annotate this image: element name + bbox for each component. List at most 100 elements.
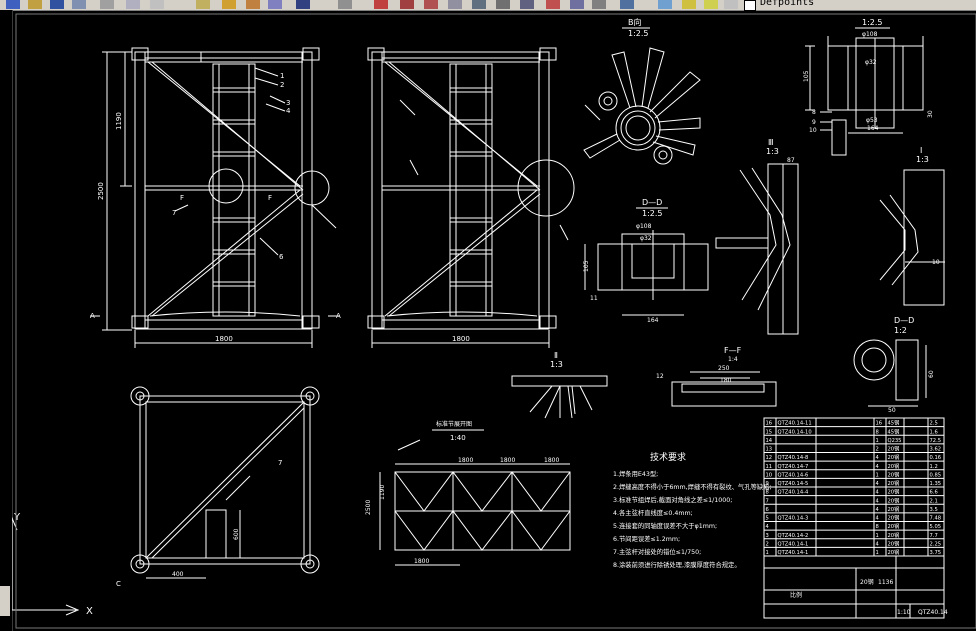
bom-cell: 45钢 <box>888 427 900 435</box>
plot-preview-icon[interactable] <box>100 0 114 9</box>
properties-icon[interactable] <box>546 0 560 9</box>
zoom-previous-icon[interactable] <box>400 0 414 9</box>
bom-cell: 13 <box>766 447 773 453</box>
paste-icon[interactable] <box>196 0 210 9</box>
callout-8: 8 <box>812 109 816 116</box>
dim-phi108-d: φ108 <box>636 223 652 230</box>
dim-truss-1800c: 1800 <box>544 457 559 464</box>
bom-cell: 20钢 <box>888 479 900 487</box>
layer-state-icon[interactable] <box>658 0 672 9</box>
title-mass: 1136 <box>878 579 893 586</box>
zoom-window-icon[interactable] <box>374 0 388 9</box>
layer-dropdown[interactable]: Defpoints <box>760 0 814 8</box>
print-icon[interactable] <box>72 0 86 9</box>
dim-250: 250 <box>718 365 730 372</box>
note-line: 5.连接套的同轴度误差不大于φ1mm; <box>613 521 717 530</box>
bom-cell: 20钢 <box>888 539 900 547</box>
bom-cell: 20钢 <box>888 548 900 556</box>
layer-freeze-icon[interactable] <box>704 0 718 9</box>
bom-cell: QTZ40.14-5 <box>778 481 809 487</box>
title-block: 20钢 1136 比例 1:10 QTZ40.14 <box>763 555 948 619</box>
text-style-icon[interactable] <box>472 0 486 9</box>
zoom-out-icon[interactable] <box>448 0 462 9</box>
technical-notes: 技术要求 1.焊条用E43型; 2.焊缝高度不得小于6mm,焊缝不得有裂纹、气孔… <box>613 451 772 569</box>
callout-10: 10 <box>809 127 817 134</box>
bom-cell: 20钢 <box>888 462 900 470</box>
zoom-in-icon[interactable] <box>424 0 438 9</box>
bom-cell: 4 <box>876 516 880 522</box>
table-icon[interactable] <box>520 0 534 9</box>
match-properties-icon[interactable] <box>222 0 236 9</box>
label-iii-scale: 1:3 <box>766 147 779 156</box>
dim-164-top: 164 <box>867 125 879 132</box>
note-line: 3.标准节组焊后,截面对角线之差≤1/1000; <box>613 495 732 504</box>
note-line: 7.主弦杆对接处的错位≤1/750; <box>613 547 701 556</box>
layer-manager-icon[interactable] <box>620 0 634 9</box>
design-center-icon[interactable] <box>570 0 584 9</box>
front-elevation-left: 1800 2500 1190 1 2 3 4 6 7 A A F F <box>90 47 341 348</box>
bom-cell: QTZ40.14-3 <box>778 516 809 522</box>
open-icon[interactable] <box>28 0 42 9</box>
label-truss-scale: 1:40 <box>450 434 466 442</box>
bom-cell: 6.6 <box>930 490 938 496</box>
dim-105-d: 105 <box>583 260 590 272</box>
detail-sleeve-section: 1:2.5 φ108 φ32 φ53 164 105 30 8 9 10 <box>803 18 934 156</box>
front-elevation-right: 1800 <box>367 47 575 348</box>
detail-dd-small: D—D 1:2 50 60 <box>853 316 935 414</box>
cut-icon[interactable] <box>126 0 140 9</box>
bom-cell: 20钢 <box>888 496 900 504</box>
dim-phi108-top: φ108 <box>862 31 878 38</box>
label-d: D—D <box>642 198 662 207</box>
tool-palette-icon[interactable] <box>592 0 606 9</box>
truss-development: 标准节展开图 1:40 1800 1800 1800 1800 2500 119… <box>365 420 571 566</box>
bom-cell: 20钢 <box>888 453 900 461</box>
note-line: 6.节间距误差≤1.2mm; <box>613 534 680 543</box>
callout-9: 9 <box>812 119 816 126</box>
dim-truss-2500: 2500 <box>365 500 372 515</box>
callout-3: 3 <box>286 99 290 107</box>
bom-cell: 45钢 <box>888 419 900 427</box>
callout-1: 1 <box>280 72 284 80</box>
bom-cell: 1 <box>766 550 769 556</box>
bom-cell: 1 <box>876 438 879 444</box>
dim-1800-right: 1800 <box>452 335 470 343</box>
save-icon[interactable] <box>50 0 64 9</box>
callout-6: 6 <box>279 253 284 261</box>
pan-icon[interactable] <box>296 0 310 9</box>
bom-cell: 16 <box>766 421 773 427</box>
label-ff: F—F <box>724 346 742 355</box>
undo-icon[interactable] <box>246 0 260 9</box>
redo-icon[interactable] <box>268 0 282 9</box>
dim-1190-left: 1190 <box>115 112 123 130</box>
detail-ii: Ⅱ 1:3 <box>511 351 608 419</box>
callout-7: 7 <box>172 209 176 217</box>
drawing-frame <box>15 13 976 629</box>
bom-cell: 72.5 <box>930 438 942 444</box>
bom-cell: 3.5 <box>930 507 938 513</box>
note-line: 2.焊缝高度不得小于6mm,焊缝不得有裂纹、气孔等缺陷; <box>613 482 772 491</box>
title-scale-value: 1:10 <box>897 609 911 616</box>
detail-ff-section: F—F 1:4 250 180 12 <box>656 346 777 407</box>
bom-cell: 3.75 <box>930 550 942 556</box>
drawing-canvas[interactable]: 1800 2500 1190 1 2 3 4 6 7 A A F F 1800 … <box>12 10 976 631</box>
label-d-scale: 1:2.5 <box>642 209 663 218</box>
copy-icon[interactable] <box>150 0 164 9</box>
bom-cell: 14 <box>766 438 773 444</box>
dim-105-top: 105 <box>803 70 810 82</box>
layer-lock-icon[interactable] <box>724 0 738 9</box>
zoom-realtime-icon[interactable] <box>338 0 352 9</box>
vertical-scrollbar[interactable] <box>0 586 10 616</box>
bom-cell: 7 <box>766 498 769 504</box>
dim-10-i: 10 <box>932 259 940 266</box>
bom-cell: 20钢 <box>888 531 900 539</box>
label-truss: 标准节展开图 <box>436 420 472 428</box>
bom-cell: 1 <box>876 472 879 478</box>
dim-truss-1800b: 1800 <box>500 457 515 464</box>
dim-600: 600 <box>233 528 240 540</box>
layer-on-icon[interactable] <box>682 0 696 9</box>
dim-12-ff: 12 <box>656 373 664 380</box>
label-dd2-scale: 1:2 <box>894 326 907 335</box>
dimension-style-icon[interactable] <box>496 0 510 9</box>
dim-50: 50 <box>888 407 896 414</box>
new-icon[interactable] <box>6 0 20 9</box>
